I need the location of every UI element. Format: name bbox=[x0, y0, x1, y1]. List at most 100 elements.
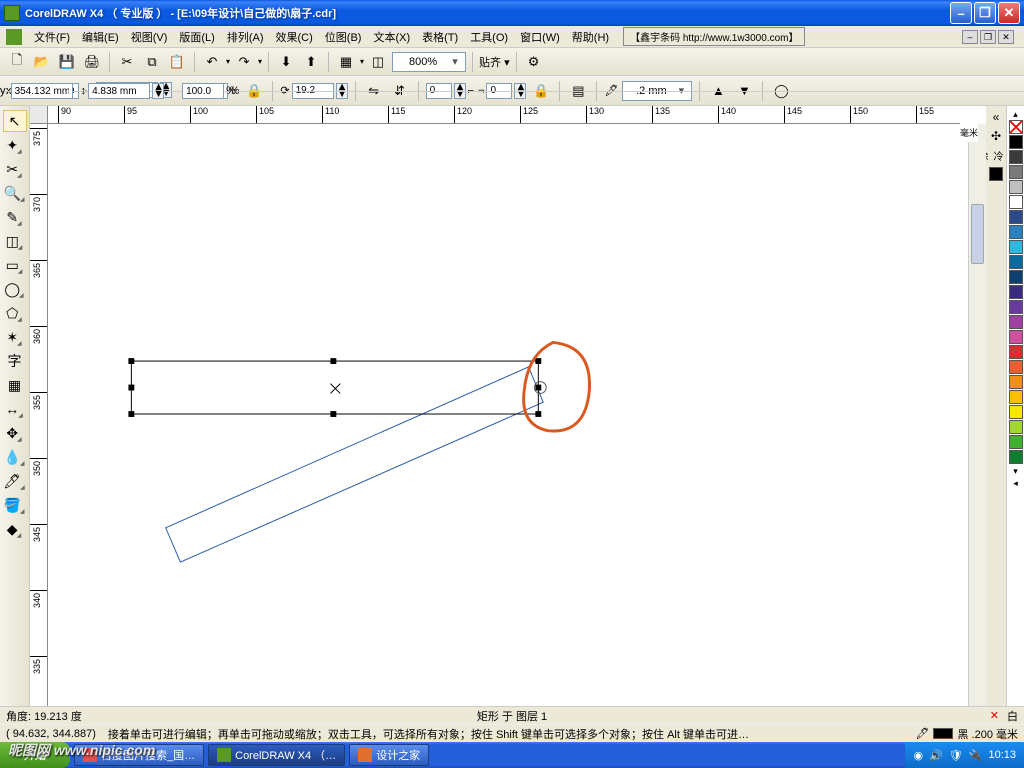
color-swatch[interactable] bbox=[1009, 255, 1023, 269]
outline-pen-icon[interactable]: 🖊 bbox=[916, 727, 930, 740]
menu-text[interactable]: 文本(X) bbox=[367, 27, 416, 47]
menu-file[interactable]: 文件(F) bbox=[28, 27, 76, 47]
tray-icon[interactable]: 🔌 bbox=[969, 749, 983, 762]
zoom-input[interactable] bbox=[397, 56, 449, 68]
outline-width-input[interactable] bbox=[627, 85, 675, 97]
rotated-rectangle[interactable] bbox=[166, 367, 544, 562]
options-button[interactable]: ⚙ bbox=[523, 51, 545, 73]
barcode-link[interactable]: 【鑫宇条码 http://www.1w3000.com】 bbox=[623, 27, 805, 46]
menu-view[interactable]: 视图(V) bbox=[125, 27, 174, 47]
outline-width-combo[interactable]: ▾ bbox=[622, 81, 692, 101]
ruler-origin[interactable] bbox=[30, 106, 48, 124]
palette-scroll-down[interactable]: ▾ bbox=[1013, 465, 1018, 477]
fill-none-icon[interactable]: ✕ bbox=[990, 709, 999, 722]
round-corner-lock-button[interactable]: 🔒 bbox=[530, 80, 552, 102]
ruler-horizontal[interactable]: 9095100105110115120125130135140145150155 bbox=[48, 106, 960, 124]
welcome-button[interactable]: ◫ bbox=[367, 51, 389, 73]
scale-y-input[interactable] bbox=[182, 83, 224, 99]
mdi-close-button[interactable]: ✕ bbox=[998, 30, 1014, 44]
table-tool[interactable]: ▦ bbox=[3, 374, 27, 396]
color-swatch[interactable] bbox=[1009, 135, 1023, 149]
color-swatch[interactable] bbox=[1009, 390, 1023, 404]
color-swatch[interactable] bbox=[1009, 210, 1023, 224]
interactive-fill-tool[interactable]: ◆◢ bbox=[3, 518, 27, 540]
color-swatch[interactable] bbox=[1009, 225, 1023, 239]
system-tray[interactable]: ◉ 🔊 🛡 🔌 10:13 bbox=[905, 742, 1024, 768]
ellipse-tool[interactable]: ◯◢ bbox=[3, 278, 27, 300]
tray-icon[interactable]: 🔊 bbox=[929, 749, 943, 762]
window-minimize-button[interactable]: – bbox=[950, 2, 972, 24]
color-swatch[interactable] bbox=[1009, 240, 1023, 254]
eyedropper-tool[interactable]: 💧◢ bbox=[3, 446, 27, 468]
polygon-tool[interactable]: ⬠◢ bbox=[3, 302, 27, 324]
menu-arrange[interactable]: 排列(A) bbox=[221, 27, 270, 47]
new-button[interactable]: 🗋 bbox=[6, 51, 28, 73]
menu-effects[interactable]: 效果(C) bbox=[270, 27, 319, 47]
color-swatch[interactable] bbox=[1009, 285, 1023, 299]
outline-tool[interactable]: 🖊◢ bbox=[3, 470, 27, 492]
print-button[interactable]: 🖨 bbox=[81, 51, 103, 73]
color-swatch[interactable] bbox=[1009, 270, 1023, 284]
outline-swatch[interactable] bbox=[933, 728, 953, 739]
color-swatch[interactable] bbox=[1009, 375, 1023, 389]
dimension-tool[interactable]: ↔◢ bbox=[3, 398, 27, 420]
color-swatch[interactable] bbox=[1009, 345, 1023, 359]
mdi-maximize-button[interactable]: ❐ bbox=[980, 30, 996, 44]
color-swatch[interactable] bbox=[1009, 150, 1023, 164]
corner-2-input[interactable] bbox=[486, 83, 512, 99]
color-swatch[interactable] bbox=[1009, 180, 1023, 194]
drawing-surface[interactable] bbox=[48, 124, 960, 706]
fill-tool[interactable]: 🪣◢ bbox=[3, 494, 27, 516]
interactive-tool[interactable]: ✥◢ bbox=[3, 422, 27, 444]
shape-tool[interactable]: ✦◢ bbox=[3, 134, 27, 156]
copy-button[interactable]: ⧉ bbox=[141, 51, 163, 73]
color-swatch[interactable] bbox=[1009, 360, 1023, 374]
to-back-button[interactable]: ▼ bbox=[733, 80, 755, 102]
palette-flyout[interactable]: ◂ bbox=[1013, 477, 1018, 489]
pos-y-input[interactable] bbox=[11, 83, 73, 99]
color-swatch[interactable] bbox=[1009, 420, 1023, 434]
rotation-input[interactable] bbox=[292, 83, 334, 99]
menu-help[interactable]: 帮助(H) bbox=[566, 27, 615, 47]
tray-clock[interactable]: 10:13 bbox=[988, 749, 1016, 761]
color-swatch[interactable] bbox=[1009, 120, 1023, 134]
expand-docker-button[interactable]: « bbox=[988, 110, 1004, 126]
color-swatch[interactable] bbox=[1009, 165, 1023, 179]
tray-icon[interactable]: ◉ bbox=[913, 749, 923, 762]
export-button[interactable]: ⬆ bbox=[300, 51, 322, 73]
corner-1-input[interactable] bbox=[426, 83, 452, 99]
text-tool[interactable]: 字 bbox=[3, 350, 27, 372]
crop-tool[interactable]: ✂◢ bbox=[3, 158, 27, 180]
menu-tools[interactable]: 工具(O) bbox=[464, 27, 514, 47]
scrollbar-vertical[interactable] bbox=[968, 124, 986, 706]
selection-handles[interactable] bbox=[128, 358, 541, 417]
mirror-h-button[interactable]: ⇋ bbox=[363, 80, 385, 102]
snap-button[interactable]: 贴齐 ▾ bbox=[479, 54, 510, 70]
menu-window[interactable]: 窗口(W) bbox=[514, 27, 566, 47]
save-button[interactable]: 💾 bbox=[56, 51, 78, 73]
mdi-minimize-button[interactable]: – bbox=[962, 30, 978, 44]
menu-table[interactable]: 表格(T) bbox=[416, 27, 464, 47]
height-input[interactable] bbox=[88, 83, 150, 99]
color-swatch[interactable] bbox=[1009, 315, 1023, 329]
scrollbar-thumb[interactable] bbox=[971, 204, 984, 264]
app-launcher-button[interactable]: ▦ bbox=[335, 51, 357, 73]
palette-scroll-up[interactable]: ▴ bbox=[1013, 108, 1018, 120]
canvas[interactable] bbox=[48, 124, 960, 706]
convert-curves-button[interactable]: ◯ bbox=[770, 80, 792, 102]
color-swatch[interactable] bbox=[1009, 300, 1023, 314]
docker-icon-1[interactable]: ✣ bbox=[988, 129, 1004, 145]
cut-button[interactable]: ✂ bbox=[116, 51, 138, 73]
wrap-text-button[interactable]: ▤ bbox=[567, 80, 589, 102]
docker-icon-2[interactable]: 冷涂 bbox=[988, 148, 1004, 164]
pick-tool[interactable]: ↖ bbox=[3, 110, 27, 132]
window-close-button[interactable]: ✕ bbox=[998, 2, 1020, 24]
window-maximize-button[interactable]: ❐ bbox=[974, 2, 996, 24]
smart-fill-tool[interactable]: ◫◢ bbox=[3, 230, 27, 252]
menu-layout[interactable]: 版面(L) bbox=[173, 27, 220, 47]
import-button[interactable]: ⬇ bbox=[275, 51, 297, 73]
zoom-combo[interactable]: ▾ bbox=[392, 52, 466, 72]
task-2[interactable]: CorelDRAW X4 （… bbox=[208, 744, 345, 766]
color-swatch[interactable] bbox=[1009, 435, 1023, 449]
menu-bitmap[interactable]: 位图(B) bbox=[319, 27, 368, 47]
